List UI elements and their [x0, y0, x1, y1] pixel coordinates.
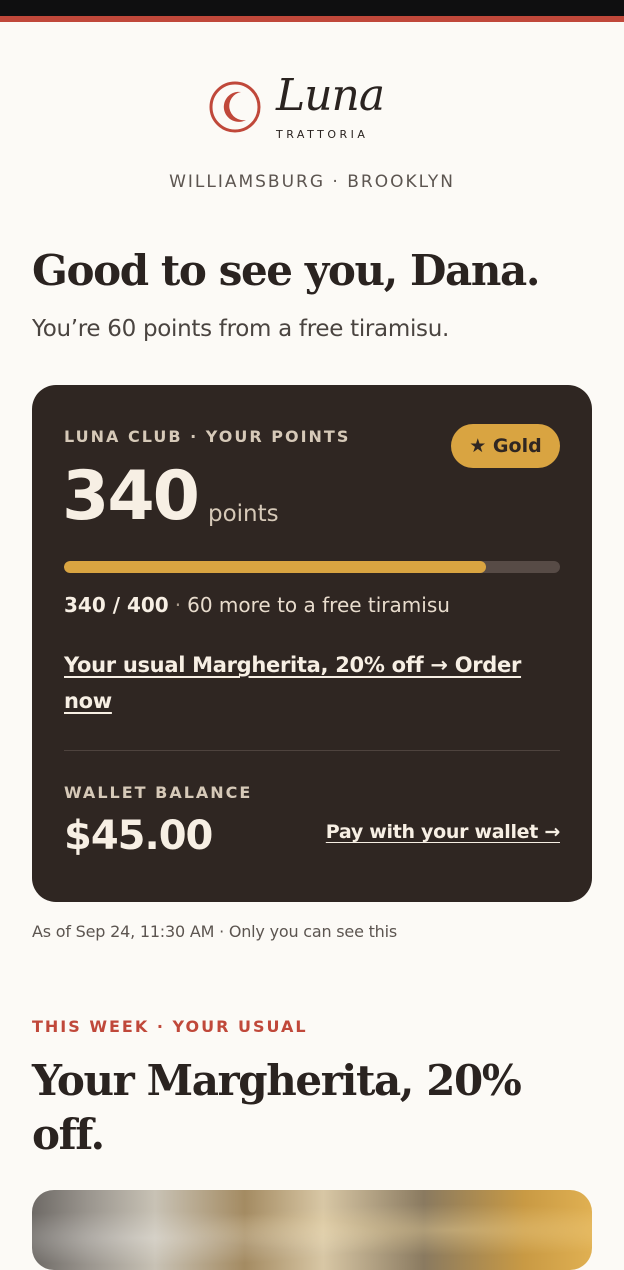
points-value: 340 — [62, 457, 200, 536]
moon-logo-icon — [209, 81, 261, 133]
as-of-note: As of Sep 24, 11:30 AM · Only you can se… — [32, 922, 398, 941]
location-label: WILLIAMSBURG · BROOKLYN — [169, 172, 455, 192]
points-progress-bar — [64, 561, 560, 573]
pay-with-wallet-link[interactable]: Pay with your wallet → — [326, 821, 561, 843]
accent-stripe — [0, 16, 624, 22]
progress-remaining: 60 more to a free tiramisu — [187, 593, 450, 617]
progress-separator: · — [174, 593, 182, 617]
progress-caption: 340 / 400 · 60 more to a free tiramisu — [64, 593, 450, 617]
progress-count: 340 / 400 — [64, 593, 169, 617]
points-unit: points — [208, 501, 279, 527]
top-status-bar — [0, 0, 624, 16]
promo-eyebrow: THIS WEEK · YOUR USUAL — [32, 1017, 308, 1036]
greeting-subtitle: You’re 60 points from a free tiramisu. — [32, 316, 450, 342]
club-label: LUNA CLUB · YOUR POINTS — [64, 427, 351, 446]
loyalty-card: LUNA CLUB · YOUR POINTS ★ Gold 340 point… — [32, 385, 592, 902]
wallet-label: WALLET BALANCE — [64, 783, 253, 802]
margherita-photo — [32, 1190, 592, 1270]
wallet-balance: $45.00 — [64, 813, 213, 859]
brand-logo[interactable]: Luna TRATTORIA — [208, 70, 408, 146]
tier-badge: ★ Gold — [451, 424, 560, 468]
promo-title: Your Margherita, 20% off. — [32, 1056, 522, 1159]
brand-name: Luna — [276, 70, 385, 121]
points-progress-fill — [64, 561, 486, 573]
card-divider — [64, 750, 560, 751]
greeting-title: Good to see you, Dana. — [32, 246, 540, 295]
order-margherita-link[interactable]: Your usual Margherita, 20% off → Order n… — [64, 647, 544, 719]
brand-subtitle: TRATTORIA — [276, 128, 369, 141]
